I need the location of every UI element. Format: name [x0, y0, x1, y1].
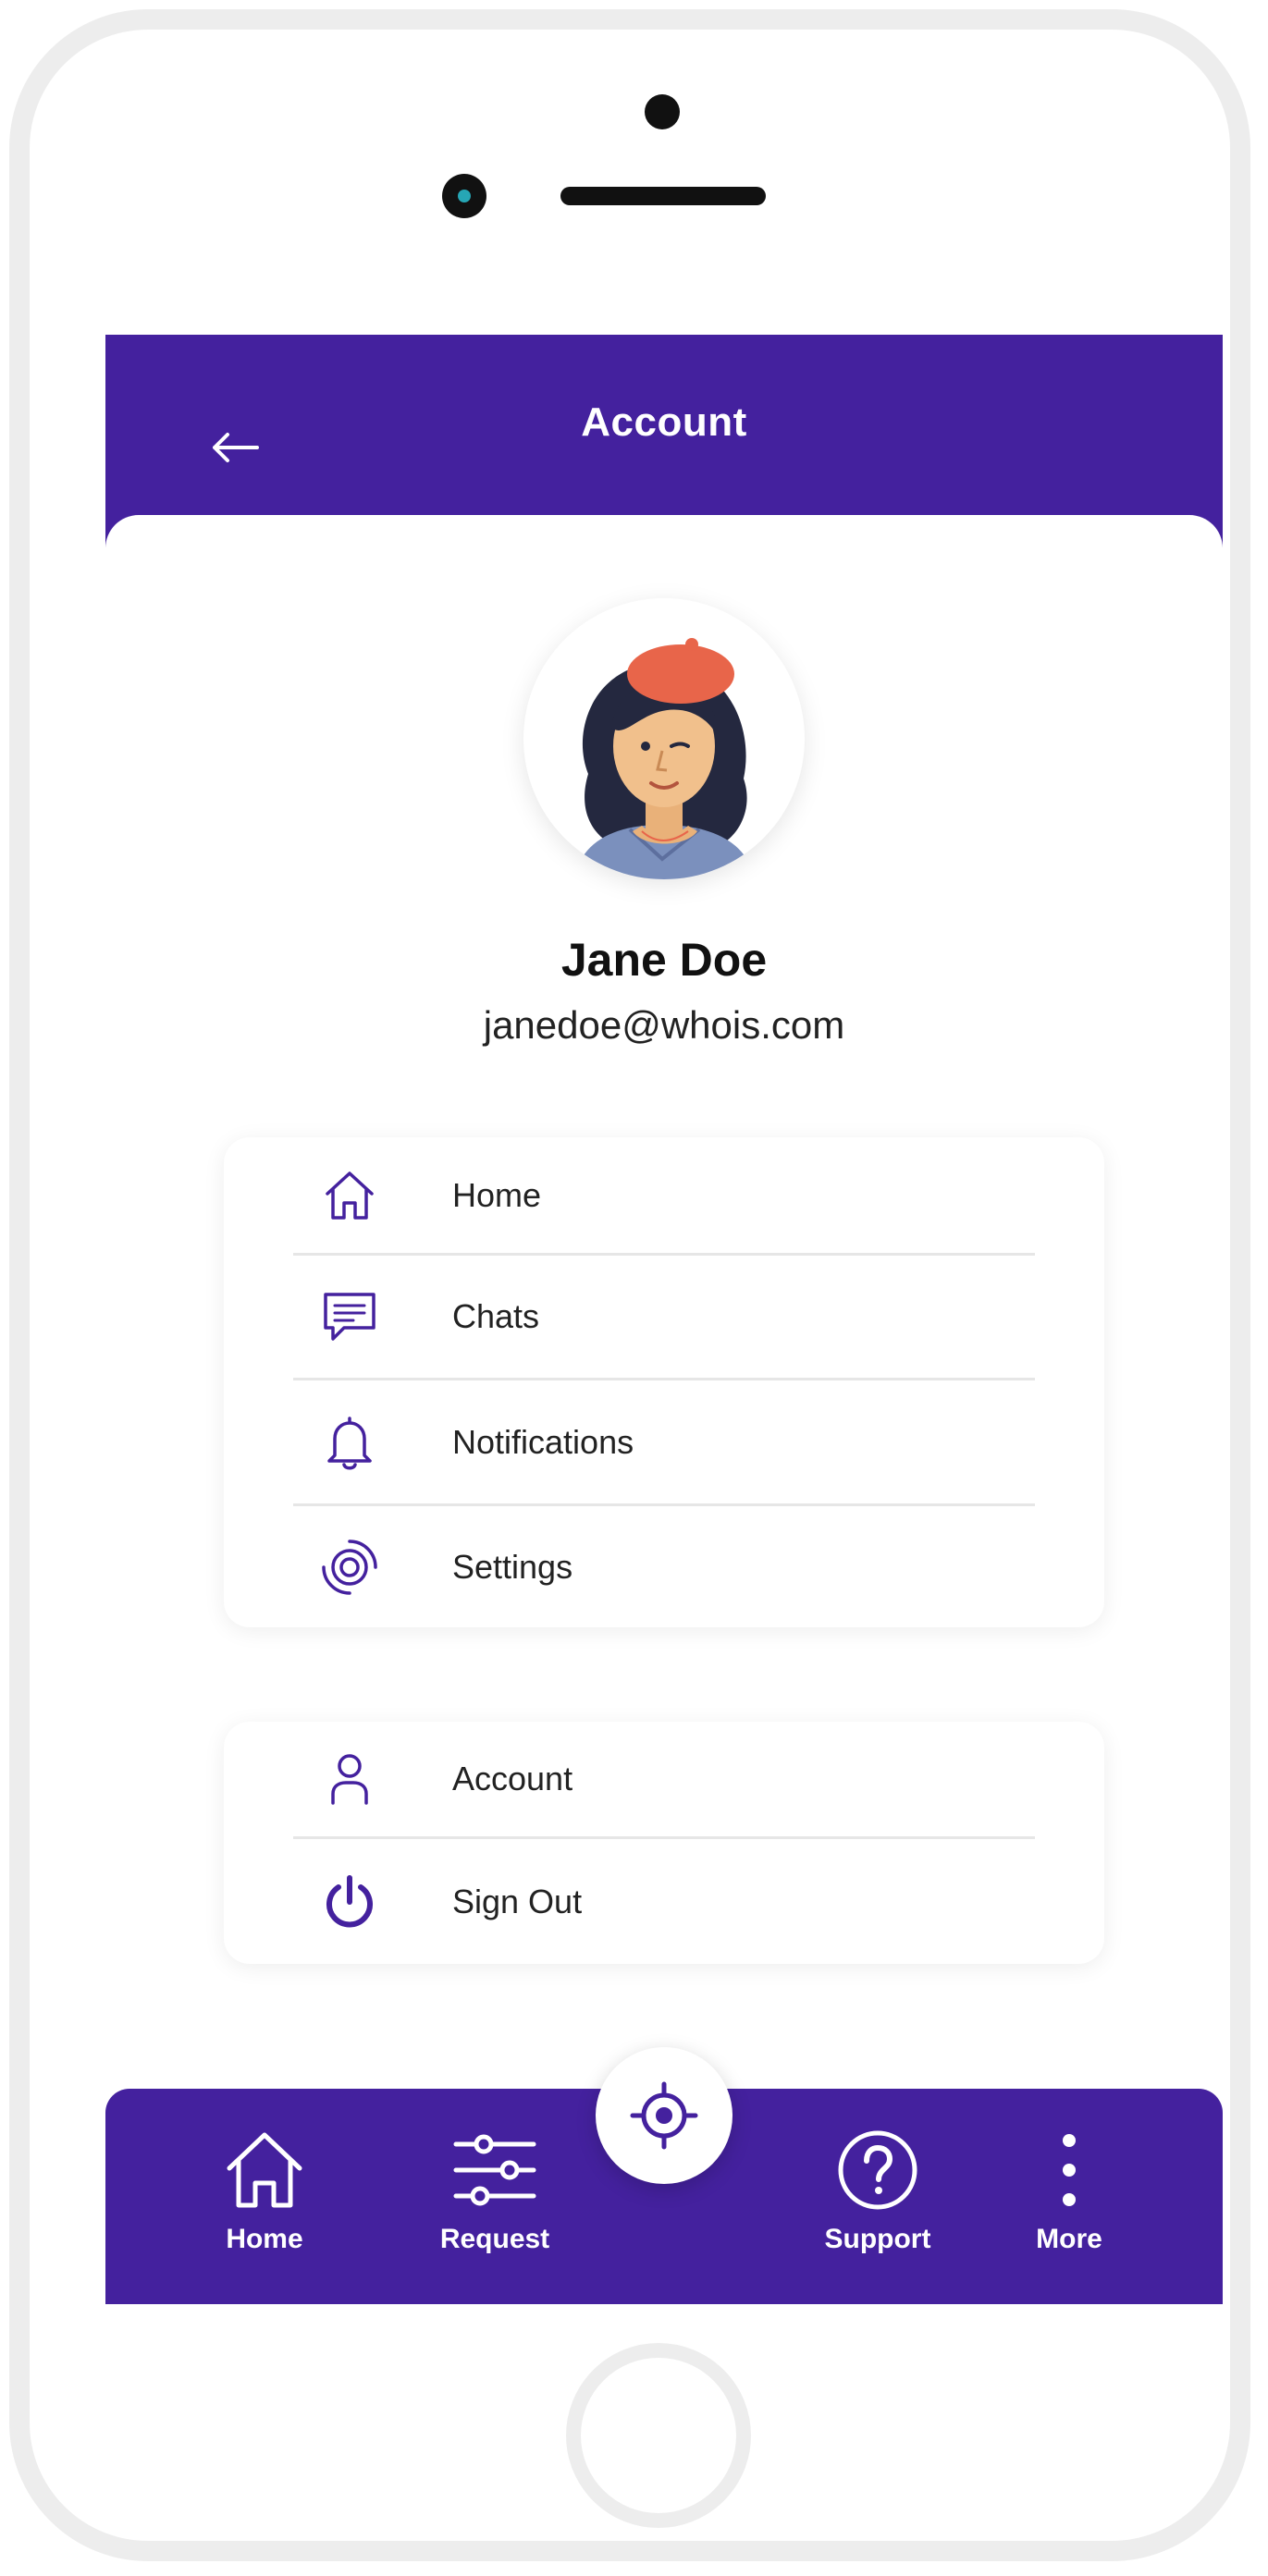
user-email: janedoe@whois.com	[483, 1003, 845, 1047]
nav-home[interactable]: Home	[186, 2124, 343, 2255]
page-title: Account	[581, 399, 747, 445]
settings-icon	[316, 1534, 383, 1601]
menu-item-account[interactable]: Account	[293, 1722, 1035, 1839]
menu-item-label: Notifications	[452, 1422, 634, 1461]
chat-icon	[316, 1283, 383, 1350]
menu-item-sign-out[interactable]: Sign Out	[293, 1839, 1035, 1964]
menu-item-label: Account	[452, 1760, 573, 1797]
locate-icon	[630, 2081, 698, 2150]
locate-button[interactable]	[596, 2047, 732, 2184]
nav-label: Support	[824, 2224, 931, 2254]
device-home-button[interactable]	[566, 2343, 751, 2528]
proximity-sensor	[645, 94, 680, 129]
menu-item-settings[interactable]: Settings	[293, 1506, 1035, 1627]
secondary-menu-card: Account Sign Out	[224, 1722, 1104, 1964]
bell-icon	[316, 1409, 383, 1476]
menu-item-notifications[interactable]: Notifications	[293, 1380, 1035, 1506]
user-icon	[316, 1746, 383, 1812]
nav-more[interactable]: More	[991, 2124, 1148, 2255]
user-name: Jane Doe	[560, 934, 768, 986]
nav-support[interactable]: Support	[799, 2124, 956, 2255]
earpiece-speaker	[560, 187, 766, 205]
home-icon	[316, 1162, 383, 1229]
app-screen: Account Jane Doe janedoe@whois.com Home …	[105, 335, 1223, 2304]
help-icon	[835, 2124, 920, 2216]
primary-menu-card: Home Chats Notifications Settings	[224, 1137, 1104, 1627]
nav-request[interactable]: Request	[416, 2124, 573, 2255]
avatar	[523, 598, 805, 879]
avatar-illustration	[574, 638, 755, 879]
menu-item-home[interactable]: Home	[293, 1137, 1035, 1256]
menu-item-label: Settings	[452, 1547, 573, 1586]
menu-item-label: Chats	[452, 1297, 540, 1335]
power-icon	[316, 1869, 383, 1935]
nav-label: Home	[226, 2224, 303, 2254]
menu-item-label: Sign Out	[452, 1882, 583, 1920]
more-vertical-icon	[1055, 2124, 1083, 2216]
nav-label: Request	[439, 2224, 550, 2254]
sliders-icon	[452, 2124, 537, 2216]
menu-item-label: Home	[452, 1175, 542, 1214]
home-icon	[222, 2124, 307, 2216]
phone-frame: Account Jane Doe janedoe@whois.com Home …	[9, 9, 1250, 2561]
front-camera	[442, 174, 486, 218]
nav-label: More	[1036, 2224, 1102, 2254]
account-content: Jane Doe janedoe@whois.com Home Chats No…	[105, 515, 1223, 2304]
menu-item-chats[interactable]: Chats	[293, 1256, 1035, 1380]
